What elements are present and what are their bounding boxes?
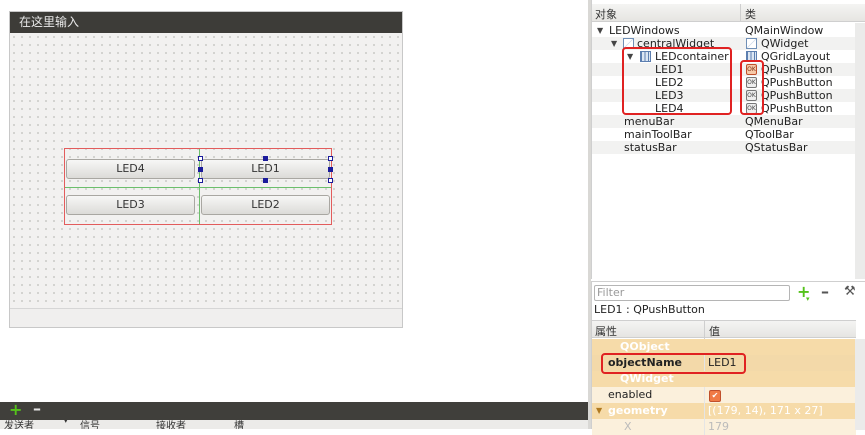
column-signal[interactable]: 信号 bbox=[80, 420, 100, 429]
property-header: 属性 值 bbox=[592, 320, 856, 339]
widget-icon bbox=[746, 38, 757, 49]
minus-icon[interactable]: – bbox=[33, 400, 41, 418]
header-property[interactable]: 属性 bbox=[595, 323, 617, 339]
tree-item-class: QWidget bbox=[761, 37, 809, 50]
inspector-scrollbar[interactable] bbox=[855, 23, 865, 279]
signal-slot-toolbar: + – bbox=[0, 400, 590, 420]
header-separator bbox=[740, 4, 741, 22]
tree-item-name: menuBar bbox=[624, 115, 675, 128]
object-inspector: 对象 类 ▼ LEDWindows QMainWindow ▼ centralW… bbox=[591, 0, 865, 279]
tree-item-statusbar[interactable]: statusBar QStatusBar bbox=[592, 141, 856, 154]
highlight-box-objectname bbox=[601, 353, 746, 374]
tree-item-class: QPushButton bbox=[761, 102, 833, 115]
resize-handle-top[interactable] bbox=[263, 156, 268, 161]
led-grid-layout[interactable]: LED4 LED1 LED3 LED2 bbox=[64, 148, 333, 225]
header-object[interactable]: 对象 bbox=[595, 6, 617, 22]
column-divider bbox=[704, 419, 705, 435]
header-value[interactable]: 值 bbox=[709, 323, 720, 339]
grid-row-divider bbox=[65, 187, 331, 188]
property-row-geometry[interactable]: ▼ geometry [(179, 14), 171 x 27] bbox=[592, 403, 856, 419]
column-slot[interactable]: 槽 bbox=[234, 420, 244, 429]
property-row-x[interactable]: X 179 bbox=[592, 419, 856, 435]
column-divider bbox=[704, 387, 705, 403]
tree-item-class: QMainWindow bbox=[745, 24, 824, 37]
property-row-enabled[interactable]: enabled ✔ bbox=[592, 387, 856, 403]
property-editor: Filter + ▾ – ⚒ LED1 : QPushButton 属性 值 Q… bbox=[591, 281, 865, 435]
inspector-header: 对象 类 bbox=[592, 4, 865, 22]
column-divider bbox=[704, 403, 705, 419]
property-name: X bbox=[624, 420, 632, 433]
menubar-type-here-text[interactable]: 在这里输入 bbox=[19, 15, 79, 29]
tree-item-maintoolbar[interactable]: mainToolBar QToolBar bbox=[592, 128, 856, 141]
enabled-checkbox[interactable]: ✔ bbox=[709, 390, 721, 402]
remove-property-icon[interactable]: – bbox=[821, 283, 829, 301]
led1-button[interactable]: LED1 bbox=[201, 159, 330, 179]
resize-handle-bottom-left[interactable] bbox=[198, 178, 203, 183]
tree-item-name: LEDWindows bbox=[609, 24, 680, 37]
sort-arrow-icon: ▾ bbox=[64, 420, 68, 425]
led3-button[interactable]: LED3 bbox=[66, 195, 195, 215]
highlight-box-icons bbox=[740, 60, 764, 115]
dropdown-arrow-icon[interactable]: ▾ bbox=[806, 290, 810, 308]
tree-item-name: statusBar bbox=[624, 141, 677, 154]
tree-item-class: QStatusBar bbox=[745, 141, 808, 154]
property-scrollbar[interactable] bbox=[855, 339, 865, 430]
tree-item-name: mainToolBar bbox=[624, 128, 692, 141]
tree-item-class: QPushButton bbox=[761, 89, 833, 102]
selected-object-label: LED1 : QPushButton bbox=[594, 303, 705, 316]
tree-item-menubar[interactable]: menuBar QMenuBar bbox=[592, 115, 856, 128]
resize-handle-top-left[interactable] bbox=[198, 156, 203, 161]
tree-item-ledwindows[interactable]: ▼ LEDWindows QMainWindow bbox=[592, 24, 856, 37]
resize-handle-right[interactable] bbox=[328, 167, 333, 172]
tree-item-class: QPushButton bbox=[761, 63, 833, 76]
property-value-x[interactable]: 179 bbox=[708, 419, 729, 435]
tree-item-class: QPushButton bbox=[761, 76, 833, 89]
column-sender[interactable]: 发送者 bbox=[4, 420, 34, 429]
expand-arrow-icon[interactable]: ▼ bbox=[596, 403, 602, 419]
tree-item-class: QGridLayout bbox=[761, 50, 831, 63]
expand-arrow-icon[interactable]: ▼ bbox=[611, 37, 617, 50]
header-class[interactable]: 类 bbox=[745, 6, 756, 22]
configure-wrench-icon[interactable]: ⚒ bbox=[844, 283, 856, 301]
signal-slot-header: 发送者 ▾ 信号 接收者 槽 bbox=[0, 420, 590, 429]
column-receiver[interactable]: 接收者 bbox=[156, 420, 186, 429]
led2-button[interactable]: LED2 bbox=[201, 195, 330, 215]
plus-icon[interactable]: + bbox=[9, 401, 22, 419]
property-name: enabled bbox=[608, 388, 653, 401]
tree-item-class: QMenuBar bbox=[745, 115, 803, 128]
filter-input[interactable]: Filter bbox=[594, 285, 790, 301]
resize-handle-bottom-right[interactable] bbox=[328, 178, 333, 183]
property-name: geometry bbox=[608, 404, 668, 417]
resize-handle-top-right[interactable] bbox=[328, 156, 333, 161]
tree-item-class: QToolBar bbox=[745, 128, 794, 141]
property-value-geometry[interactable]: [(179, 14), 171 x 27] bbox=[708, 403, 823, 419]
form-menubar[interactable]: 在这里输入 bbox=[10, 12, 402, 33]
form-preview-window[interactable]: 在这里输入 LED4 LED1 LED3 LED2 bbox=[9, 11, 403, 328]
header-separator bbox=[704, 321, 705, 339]
expand-arrow-icon[interactable]: ▼ bbox=[597, 24, 603, 37]
central-widget-canvas[interactable]: LED4 LED1 LED3 LED2 bbox=[10, 33, 402, 308]
form-statusbar bbox=[10, 308, 402, 327]
highlight-box-objects bbox=[622, 47, 732, 115]
resize-handle-left[interactable] bbox=[198, 167, 203, 172]
led4-button[interactable]: LED4 bbox=[66, 159, 195, 179]
resize-handle-bottom[interactable] bbox=[263, 178, 268, 183]
